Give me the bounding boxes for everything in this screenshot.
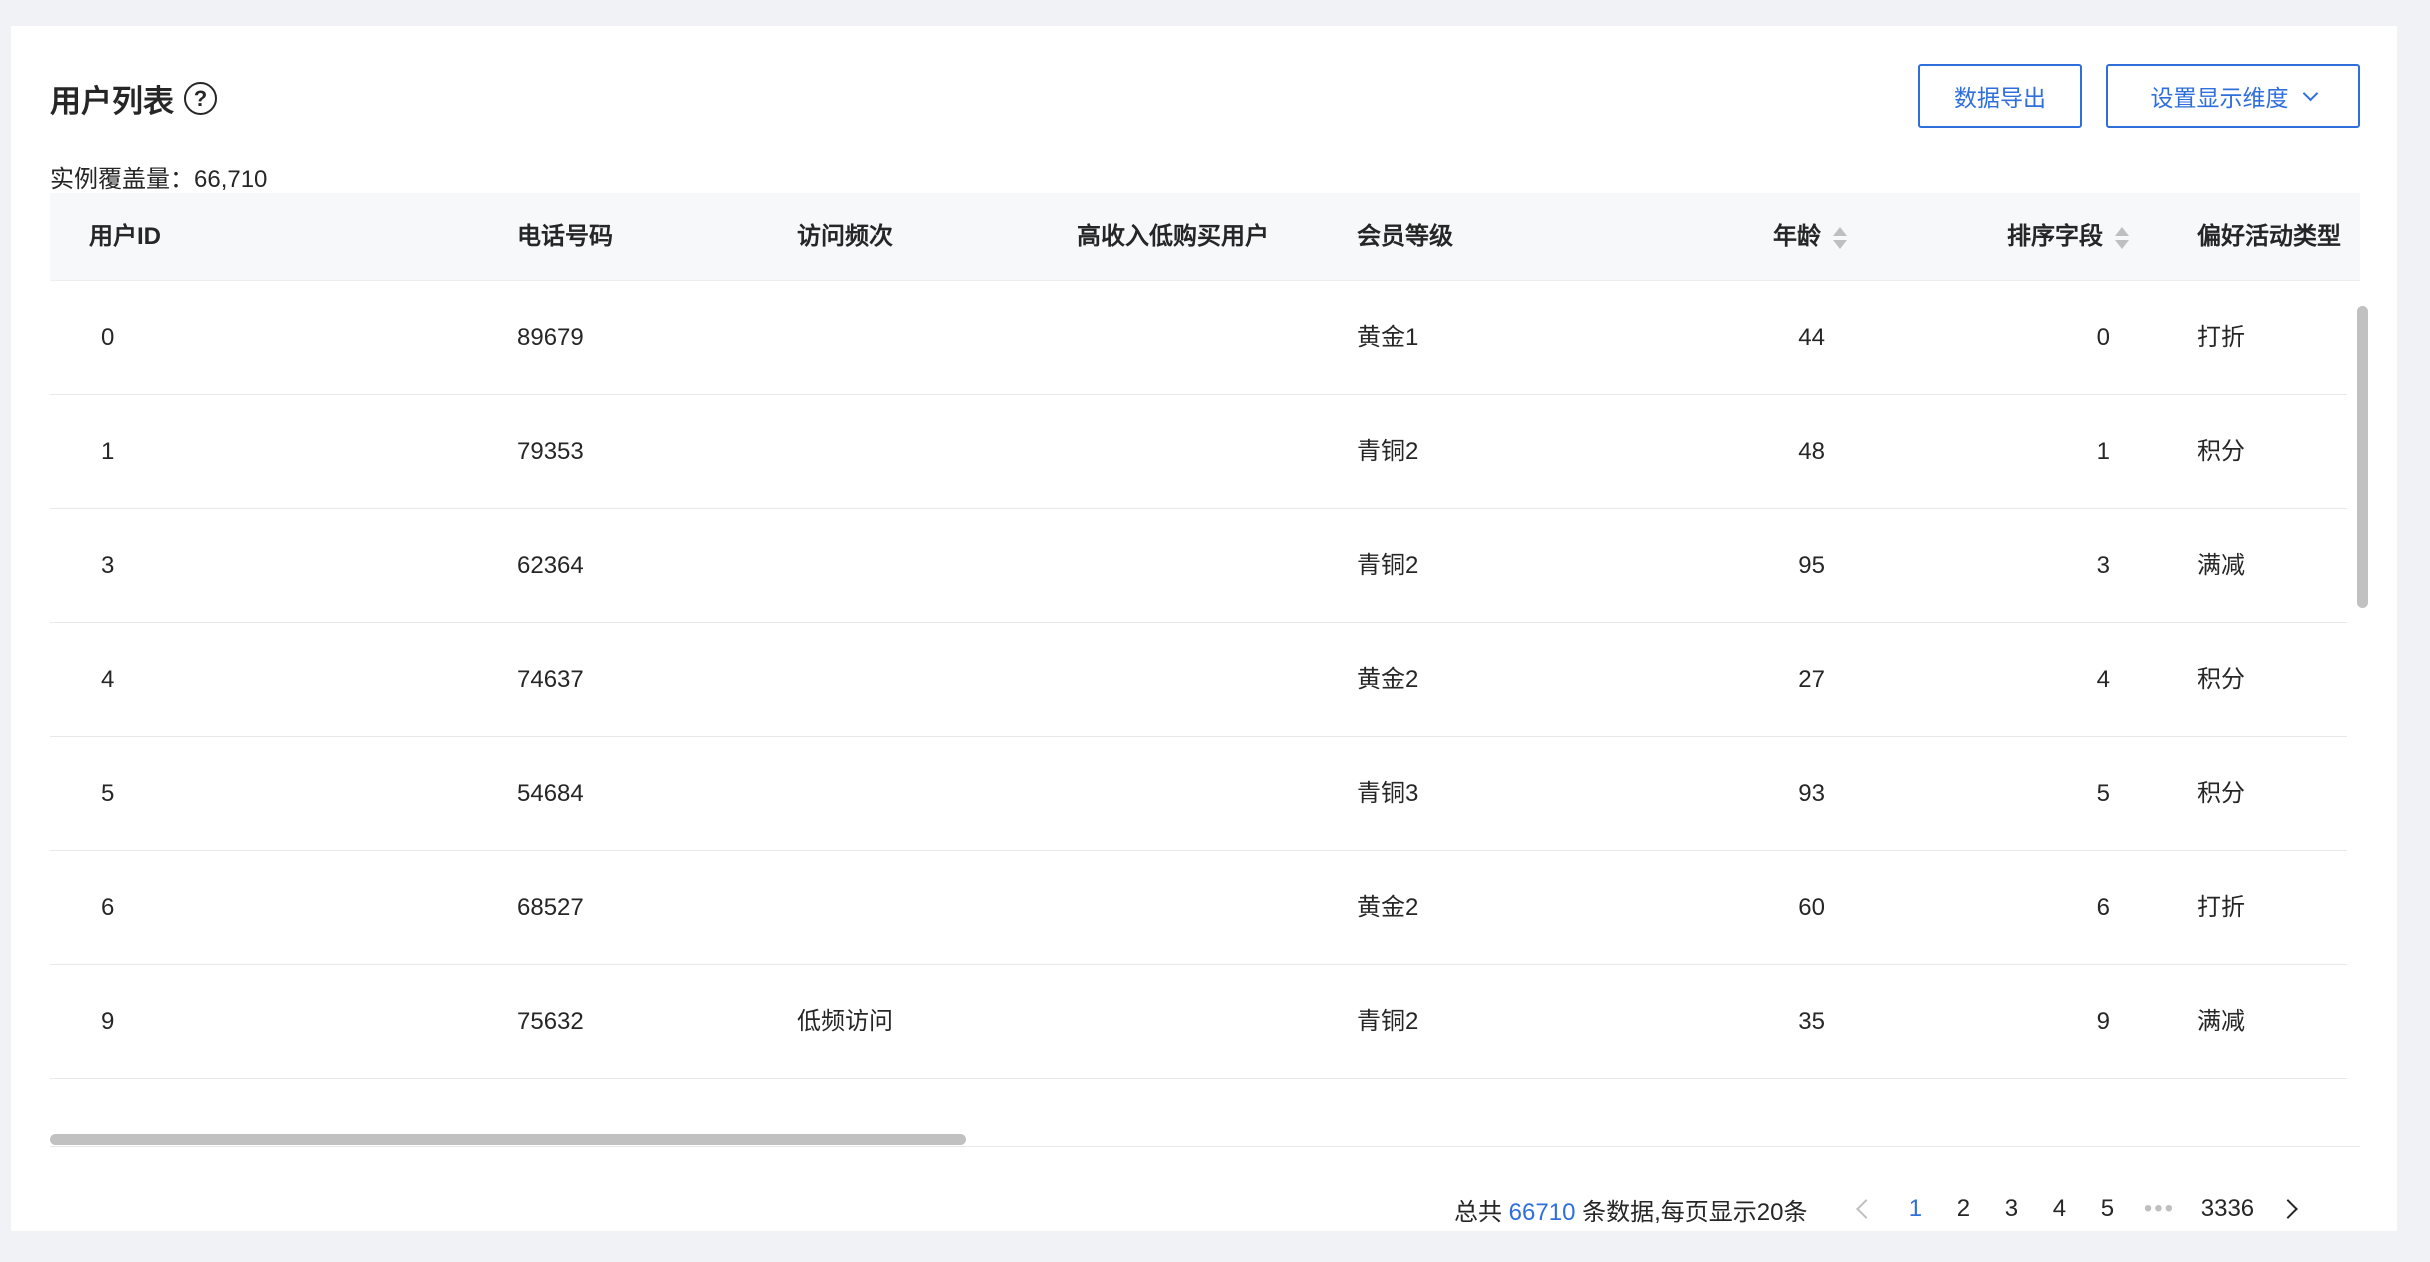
cell-phone: 54684 (517, 780, 584, 807)
display-dimensions-dropdown[interactable]: 设置显示维度 (2106, 64, 2360, 128)
cell-member-level: 黄金1 (1357, 324, 1419, 351)
cell-user-id: 6 (101, 894, 115, 921)
table-row[interactable]: 3 62364 青铜2 95 3 满减 (50, 509, 2347, 623)
cell-age: 48 (1798, 438, 1825, 465)
column-header-visit-frequency: 访问频次 (797, 223, 893, 250)
export-data-label: 数据导出 (1954, 85, 2046, 111)
pagination-total: 总共 66710 条数据,每页显示20条 (1454, 1192, 1807, 1227)
cell-age: 27 (1798, 666, 1825, 693)
sort-icon[interactable] (1833, 224, 1847, 252)
cell-phone: 79353 (517, 438, 584, 465)
cell-phone: 74637 (517, 666, 584, 693)
cell-age: 60 (1798, 894, 1825, 921)
pagination-ellipsis[interactable]: ••• (2131, 1195, 2187, 1223)
cell-preferred-activity: 打折 (2197, 894, 2245, 921)
page-2-button[interactable]: 2 (1939, 1195, 1987, 1223)
chevron-right-icon[interactable] (2278, 1199, 2299, 1219)
coverage-count: 实例覆盖量：66,710 (50, 166, 268, 193)
page-last-button[interactable]: 3336 (2187, 1195, 2267, 1223)
cell-age: 95 (1798, 552, 1825, 579)
cell-sort-field: 5 (2096, 780, 2110, 807)
page-5-button[interactable]: 5 (2083, 1195, 2131, 1223)
user-list-card: 用户列表 ? 数据导出 设置显示维度 实例覆盖量：66,710 用户ID 电话号… (11, 26, 2397, 1231)
cell-user-id: 4 (101, 666, 115, 693)
pagination-total-count: 66710 (1508, 1198, 1576, 1226)
cell-user-id: 0 (101, 324, 115, 351)
chevron-left-icon[interactable] (1856, 1199, 1877, 1219)
user-table: 用户ID 电话号码 访问频次 高收入低购买用户 会员等级 年龄 排序字段 偏好活… (50, 193, 2360, 1147)
table-row[interactable]: 0 89679 黄金1 44 0 打折 (50, 281, 2347, 395)
column-header-phone: 电话号码 (517, 223, 613, 250)
column-header-member-level: 会员等级 (1357, 223, 1453, 250)
cell-preferred-activity: 积分 (2197, 666, 2245, 693)
pagination: 总共 66710 条数据,每页显示20条 1 2 3 4 5 ••• 3336 (1454, 1189, 2299, 1229)
cell-phone: 68527 (517, 894, 584, 921)
cell-user-id: 3 (101, 552, 115, 579)
page-title: 用户列表 (50, 84, 174, 119)
column-header-high-income-low-purchase: 高收入低购买用户 (1077, 223, 1269, 250)
cell-phone: 75632 (517, 1008, 584, 1035)
page-4-button[interactable]: 4 (2035, 1195, 2083, 1223)
cell-preferred-activity: 积分 (2197, 780, 2245, 807)
horizontal-scrollbar[interactable] (50, 1134, 966, 1145)
table-body: 0 89679 黄金1 44 0 打折 1 79353 青铜2 48 1 积分 (50, 281, 2360, 1079)
cell-age: 44 (1798, 324, 1825, 351)
column-header-age[interactable]: 年龄 (1773, 193, 1847, 281)
column-header-age-label: 年龄 (1773, 223, 1821, 250)
cell-member-level: 青铜3 (1357, 780, 1419, 807)
cell-visit-frequency: 低频访问 (797, 1008, 893, 1035)
column-header-user-id: 用户ID (89, 223, 161, 250)
cell-sort-field: 4 (2096, 666, 2110, 693)
table-row[interactable]: 6 68527 黄金2 60 6 打折 (50, 851, 2347, 965)
cell-phone: 62364 (517, 552, 584, 579)
column-header-preferred-activity: 偏好活动类型 (2197, 223, 2341, 250)
cell-preferred-activity: 打折 (2197, 324, 2245, 351)
cell-user-id: 9 (101, 1008, 115, 1035)
table-row[interactable]: 1 79353 青铜2 48 1 积分 (50, 395, 2347, 509)
question-circle-icon[interactable]: ? (184, 82, 217, 115)
card-header: 用户列表 ? (50, 76, 217, 121)
table-header: 用户ID 电话号码 访问频次 高收入低购买用户 会员等级 年龄 排序字段 偏好活… (50, 193, 2360, 281)
page-1-button[interactable]: 1 (1891, 1195, 1939, 1223)
cell-member-level: 青铜2 (1357, 438, 1419, 465)
display-dimensions-label: 设置显示维度 (2150, 85, 2289, 111)
chevron-down-icon (2302, 85, 2318, 101)
cell-age: 93 (1798, 780, 1825, 807)
pagination-total-suffix: 条数据,每页显示20条 (1575, 1198, 1808, 1226)
cell-preferred-activity: 积分 (2197, 438, 2245, 465)
column-header-sort-field[interactable]: 排序字段 (2007, 193, 2129, 281)
table-row[interactable]: 4 74637 黄金2 27 4 积分 (50, 623, 2347, 737)
cell-member-level: 青铜2 (1357, 552, 1419, 579)
cell-phone: 89679 (517, 324, 584, 351)
page-3-button[interactable]: 3 (1987, 1195, 2035, 1223)
cell-member-level: 黄金2 (1357, 894, 1419, 921)
cell-sort-field: 6 (2096, 894, 2110, 921)
pagination-total-prefix: 总共 (1454, 1198, 1509, 1226)
table-row[interactable]: 9 75632 低频访问 青铜2 35 9 满减 (50, 965, 2347, 1079)
cell-age: 35 (1798, 1008, 1825, 1035)
cell-sort-field: 0 (2096, 324, 2110, 351)
cell-preferred-activity: 满减 (2197, 1008, 2245, 1035)
vertical-scrollbar[interactable] (2357, 306, 2368, 608)
sort-icon[interactable] (2115, 224, 2129, 252)
cell-user-id: 5 (101, 780, 115, 807)
cell-sort-field: 3 (2096, 552, 2110, 579)
table-row[interactable]: 5 54684 青铜3 93 5 积分 (50, 737, 2347, 851)
cell-sort-field: 9 (2096, 1008, 2110, 1035)
column-header-sort-field-label: 排序字段 (2007, 223, 2103, 250)
cell-member-level: 黄金2 (1357, 666, 1419, 693)
cell-preferred-activity: 满减 (2197, 552, 2245, 579)
cell-user-id: 1 (101, 438, 115, 465)
cell-member-level: 青铜2 (1357, 1008, 1419, 1035)
cell-sort-field: 1 (2096, 438, 2110, 465)
export-data-button[interactable]: 数据导出 (1918, 64, 2082, 128)
